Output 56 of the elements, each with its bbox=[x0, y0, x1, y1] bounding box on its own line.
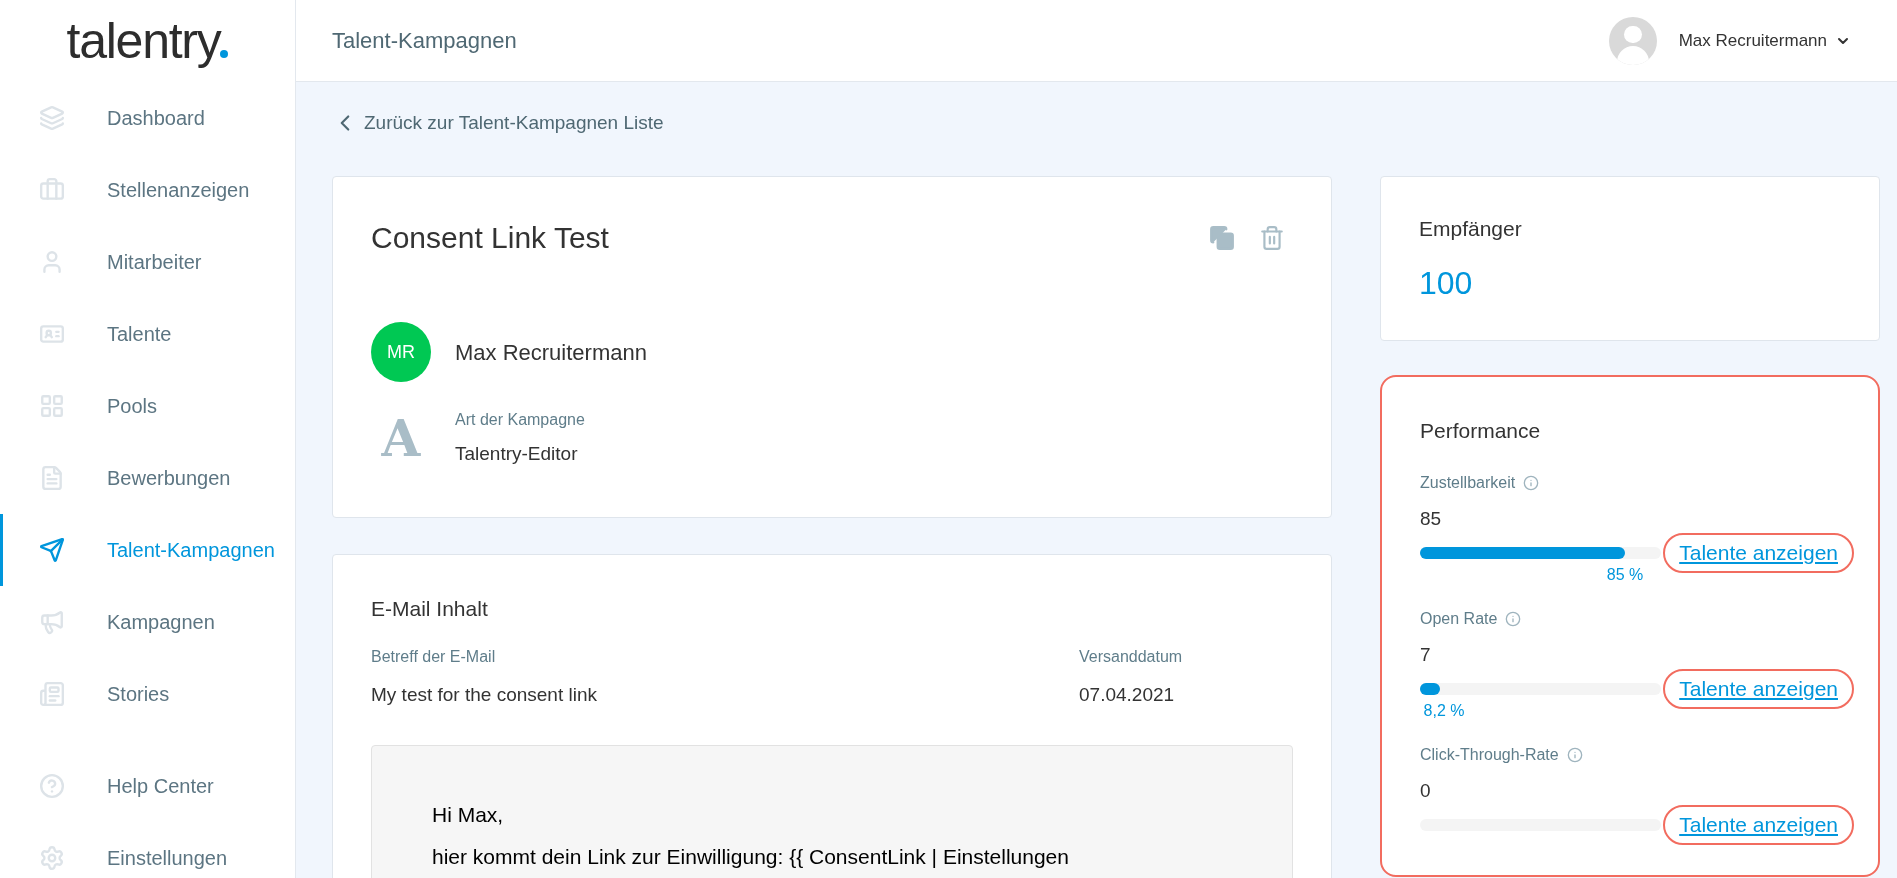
field-value: My test for the consent link bbox=[371, 682, 598, 707]
campaign-title: Consent Link Test bbox=[371, 220, 609, 256]
metric-value: 0 bbox=[1420, 778, 1432, 803]
metric-value: 7 bbox=[1420, 642, 1432, 667]
info-icon[interactable] bbox=[1505, 610, 1522, 627]
back-link[interactable]: Zurück zur Talent-Kampagnen Liste bbox=[332, 108, 664, 138]
megaphone-icon bbox=[39, 609, 65, 635]
percent-label: 85 % bbox=[1606, 564, 1644, 585]
percent-label: 8,2 % bbox=[1423, 700, 1465, 721]
email-text: Hi Max, bbox=[432, 802, 505, 828]
metric-label: Zustellbarkeit bbox=[1420, 472, 1516, 493]
sidebar-item[interactable]: Stories bbox=[0, 658, 295, 730]
info-icon[interactable] bbox=[1523, 474, 1540, 491]
metric-label: Open Rate bbox=[1420, 608, 1498, 629]
card-title: Performance bbox=[1420, 418, 1542, 444]
info-icon[interactable] bbox=[1566, 746, 1583, 763]
sidebar-item[interactable]: Einstellungen bbox=[0, 822, 295, 878]
owner-name: Max Recruitermann bbox=[455, 338, 647, 367]
grid-icon bbox=[39, 393, 65, 419]
sidebar-item[interactable]: Bewerbungen bbox=[0, 442, 295, 514]
layers-icon bbox=[39, 105, 65, 131]
email-text: hier kommt dein Link zur Einwilligung: {{ ConsentLink | Einstellungen bbox=[432, 844, 1070, 870]
show-talents-link[interactable]: Talente anzeigen bbox=[1663, 805, 1854, 845]
section-title: E-Mail Inhalt bbox=[371, 596, 489, 622]
sidebar-item[interactable]: Kampagnen bbox=[0, 586, 295, 658]
show-talents-link[interactable]: Talente anzeigen bbox=[1663, 669, 1854, 709]
initials-avatar: MR bbox=[371, 322, 431, 382]
type-letter-icon: A bbox=[371, 414, 431, 464]
sidebar-item[interactable]: Stellenanzeigen bbox=[0, 154, 295, 226]
recipient-count: 100 bbox=[1419, 263, 1474, 303]
card-title: Empfänger bbox=[1419, 216, 1523, 242]
sidebar-item[interactable]: Pools bbox=[0, 370, 295, 442]
page-title: Talent-Kampagnen bbox=[332, 27, 517, 55]
logo[interactable]: talentry bbox=[66, 16, 229, 66]
sidebar-item[interactable]: Talent-Kampagnen bbox=[0, 514, 295, 586]
document-icon bbox=[39, 465, 65, 491]
sidebar-item[interactable]: Mitarbeiter bbox=[0, 226, 295, 298]
field-label: Art der Kampagne bbox=[455, 410, 585, 430]
briefcase-icon bbox=[39, 177, 65, 203]
sidebar-item[interactable]: Help Center bbox=[0, 750, 295, 822]
field-label: Versanddatum bbox=[1079, 646, 1184, 667]
sidebar-item[interactable]: Talente bbox=[0, 298, 295, 370]
field-value: Talentry-Editor bbox=[455, 442, 579, 466]
trash-icon[interactable] bbox=[1259, 224, 1285, 251]
paper-plane-icon bbox=[39, 537, 65, 563]
user-menu[interactable]: Max Recruitermann bbox=[1678, 27, 1851, 54]
metric-label: Click-Through-Rate bbox=[1420, 744, 1559, 765]
settings-icon bbox=[39, 845, 65, 871]
field-label: Betreff der E-Mail bbox=[371, 646, 497, 667]
help-icon bbox=[39, 773, 65, 799]
metric-value: 85 bbox=[1420, 506, 1443, 531]
show-talents-link[interactable]: Talente anzeigen bbox=[1663, 533, 1854, 573]
field-value: 07.04.2021 bbox=[1079, 682, 1176, 707]
sidebar-item[interactable]: Dashboard bbox=[0, 82, 295, 154]
copy-icon[interactable] bbox=[1209, 224, 1235, 251]
newspaper-icon bbox=[39, 681, 65, 707]
